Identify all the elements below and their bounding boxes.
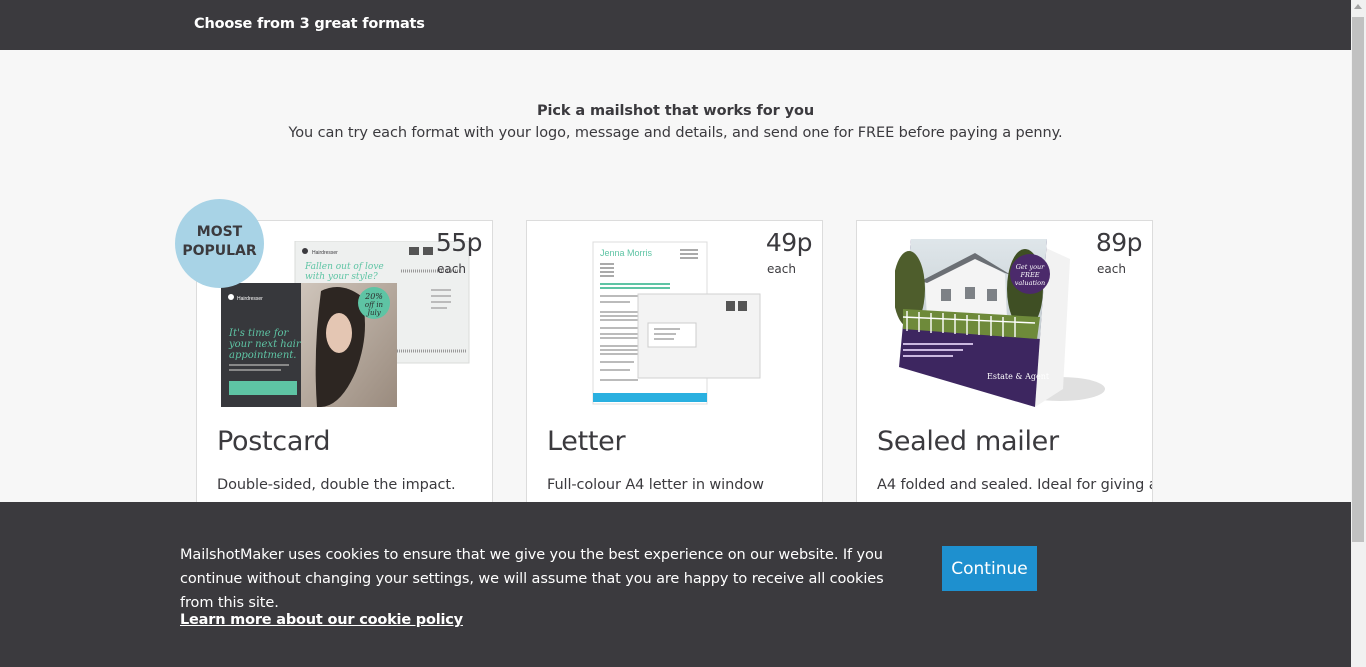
letter-image: Jenna Morris bbox=[592, 241, 762, 406]
svg-text:your next hair: your next hair bbox=[228, 339, 302, 350]
svg-text:20%: 20% bbox=[364, 292, 383, 301]
format-card-sealed-mailer[interactable]: Get your FREE valuation Estate & Agent 8… bbox=[856, 220, 1153, 510]
price: 55p bbox=[435, 228, 483, 257]
svg-text:Hairdresser: Hairdresser bbox=[237, 296, 263, 302]
svg-text:appointment.: appointment. bbox=[229, 350, 296, 361]
continue-button[interactable]: Continue bbox=[942, 546, 1037, 591]
most-popular-badge: MOST POPULAR bbox=[175, 199, 264, 288]
badge-line-2: POPULAR bbox=[182, 243, 257, 259]
intro-heading: Pick a mailshot that works for you bbox=[536, 103, 815, 119]
cookie-message: MailshotMaker uses cookies to ensure tha… bbox=[180, 547, 884, 611]
svg-text:July: July bbox=[365, 309, 382, 317]
svg-text:FREE: FREE bbox=[1020, 271, 1040, 279]
intro-subtext: You can try each format with your logo, … bbox=[288, 125, 1063, 141]
price: 89p bbox=[1095, 228, 1143, 257]
card-description: Full-colour A4 letter in window bbox=[547, 477, 764, 493]
intro-section: Pick a mailshot that works for you You c… bbox=[0, 103, 1351, 141]
price: 49p bbox=[765, 228, 813, 257]
card-title[interactable]: Letter bbox=[547, 426, 626, 457]
card-description: A4 folded and sealed. Ideal for giving a bbox=[877, 477, 1153, 493]
svg-text:Fallen out of love: Fallen out of love bbox=[304, 262, 384, 272]
svg-text:Estate & Agent: Estate & Agent bbox=[987, 372, 1050, 381]
cookie-policy-link[interactable]: Learn more about our cookie policy bbox=[180, 612, 463, 628]
scroll-up-icon[interactable] bbox=[1354, 4, 1362, 9]
price-unit: each bbox=[767, 262, 796, 276]
svg-text:with your style?: with your style? bbox=[305, 272, 378, 282]
scrollbar-thumb[interactable] bbox=[1352, 17, 1364, 542]
price-unit: each bbox=[437, 262, 466, 276]
card-title[interactable]: Sealed mailer bbox=[877, 426, 1059, 457]
svg-text:It's time for: It's time for bbox=[228, 328, 290, 339]
top-bar: Choose from 3 great formats bbox=[0, 0, 1351, 50]
format-card-letter[interactable]: Jenna Morris 49p each Letter Full-colour… bbox=[526, 220, 823, 510]
card-description: Double-sided, double the impact. bbox=[217, 477, 456, 493]
svg-text:Jenna Morris: Jenna Morris bbox=[600, 248, 653, 258]
svg-text:valuation: valuation bbox=[1015, 279, 1045, 287]
cookie-banner: MailshotMaker uses cookies to ensure tha… bbox=[0, 502, 1351, 667]
svg-text:Get your: Get your bbox=[1016, 263, 1045, 271]
svg-text:off in: off in bbox=[365, 301, 384, 309]
card-title[interactable]: Postcard bbox=[217, 426, 331, 457]
page-title: Choose from 3 great formats bbox=[194, 16, 425, 32]
badge-line-1: MOST bbox=[196, 224, 243, 240]
svg-text:Hairdresser: Hairdresser bbox=[312, 250, 338, 256]
sealed-mailer-image: Get your FREE valuation Estate & Agent bbox=[893, 239, 1115, 411]
postcard-image: Hairdresser Fallen out of love with your… bbox=[221, 240, 471, 411]
price-unit: each bbox=[1097, 262, 1126, 276]
